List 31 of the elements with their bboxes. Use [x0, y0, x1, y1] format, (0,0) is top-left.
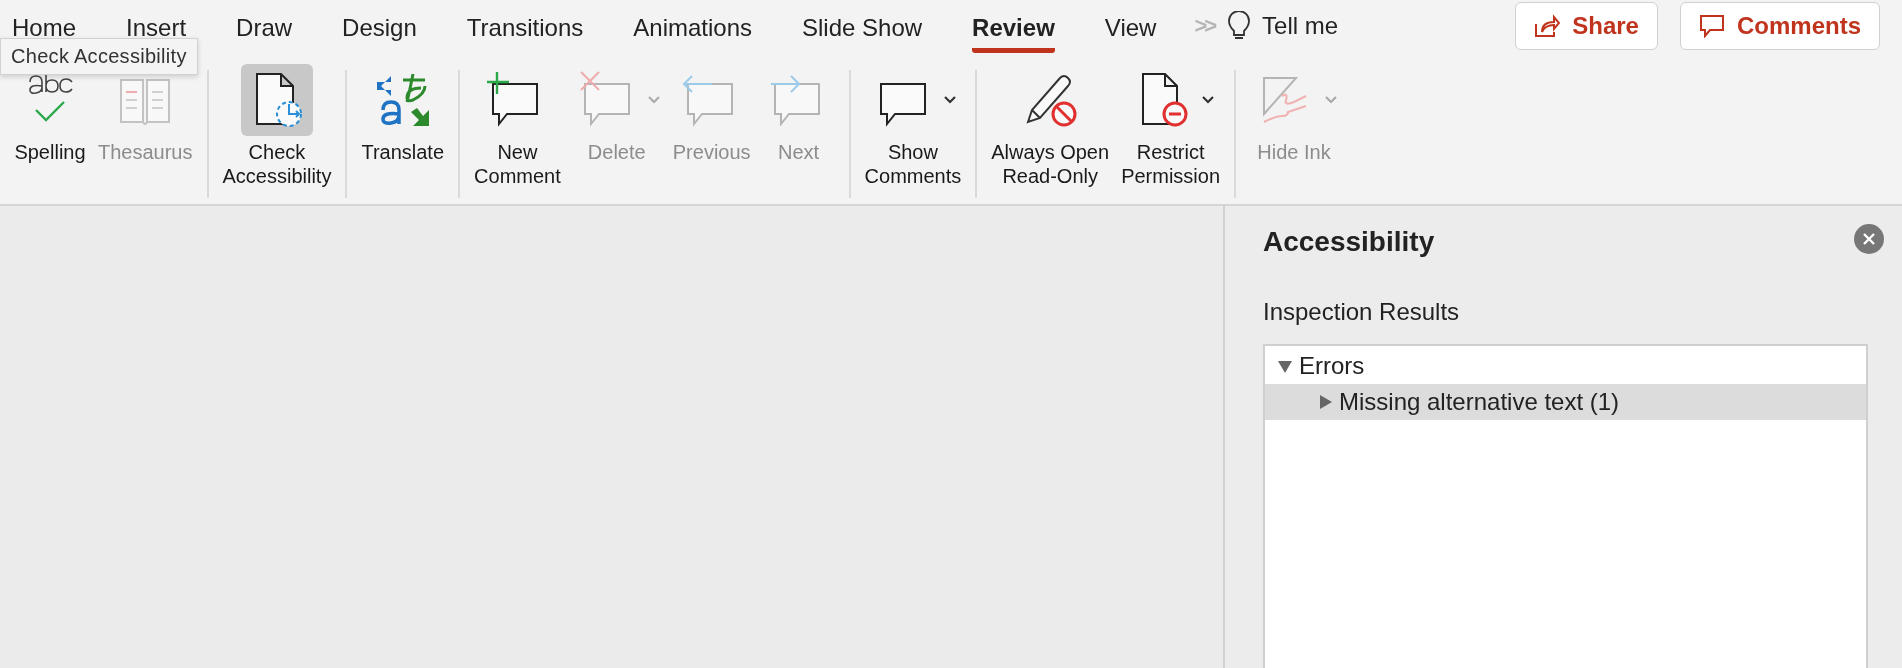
tooltip: Check Accessibility: [0, 38, 198, 75]
ribbon-button[interactable]: Show Comments: [860, 64, 966, 188]
ribbon-tab[interactable]: Draw: [236, 7, 293, 53]
dropdown-icon: [646, 95, 661, 105]
tree-item[interactable]: Missing alternative text (1): [1265, 384, 1866, 420]
section-label: Inspection Results: [1263, 298, 1461, 326]
ribbon-button[interactable]: Restrict Permission: [1117, 64, 1225, 188]
tree-item[interactable]: Errors: [1265, 348, 1866, 384]
share-button[interactable]: Share: [1515, 2, 1658, 50]
close-icon: [1862, 232, 1876, 246]
ribbon-tab[interactable]: Slide Show: [802, 7, 923, 53]
ribbon-button[interactable]: Translate: [357, 64, 449, 164]
ribbon-tab[interactable]: Transitions: [466, 7, 584, 53]
ribbon-button[interactable]: New Comment: [470, 64, 565, 188]
comments-button[interactable]: Comments: [1679, 2, 1880, 50]
collapse-triangle-icon[interactable]: [1277, 358, 1293, 374]
tell-me-field[interactable]: Tell me: [1262, 12, 1339, 40]
ribbon-tab[interactable]: Design: [342, 7, 417, 53]
comment-icon: [1698, 14, 1725, 38]
dropdown-icon: [1200, 95, 1215, 105]
dropdown-icon: [942, 95, 957, 105]
ribbon-tab[interactable]: View: [1104, 7, 1157, 53]
ribbon-button[interactable]: Always Open Read-Only: [987, 64, 1114, 188]
expand-triangle-icon[interactable]: [1317, 394, 1333, 410]
pane-title: Accessibility: [1263, 226, 1436, 258]
close-button[interactable]: [1854, 224, 1884, 254]
dropdown-icon: [1324, 95, 1339, 105]
ribbon-tab[interactable]: Animations: [633, 7, 752, 53]
ribbon-button[interactable]: Check Accessibility: [218, 64, 336, 188]
lightbulb-icon[interactable]: [1228, 11, 1251, 41]
share-icon: [1534, 14, 1561, 38]
